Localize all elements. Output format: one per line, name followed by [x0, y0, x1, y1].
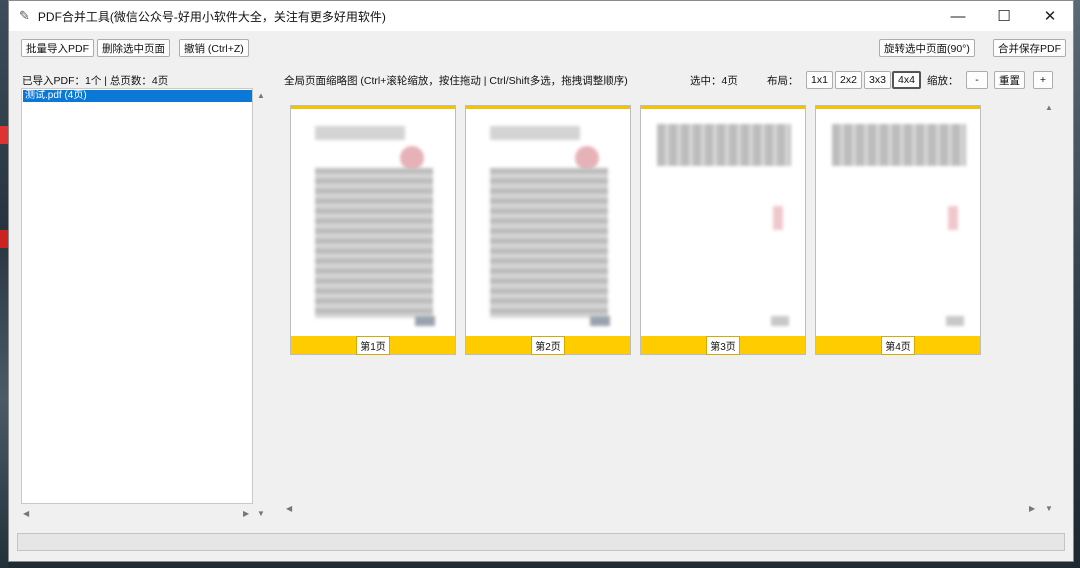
file-list-item[interactable]: 测试.pdf (4页) — [23, 90, 252, 102]
scroll-right-icon[interactable]: ▶ — [243, 509, 249, 518]
app-window: ✎ PDF合并工具(微信公众号-好用小软件大全，关注有更多好用软件) — ☐ ✕… — [8, 0, 1074, 562]
layout-2x2-button[interactable]: 2x2 — [835, 71, 862, 89]
file-list[interactable]: 测试.pdf (4页) — [21, 88, 253, 504]
reset-zoom-button[interactable]: 重置 — [994, 71, 1025, 89]
import-pdf-button[interactable]: 批量导入PDF — [21, 39, 94, 57]
minimize-button[interactable]: — — [935, 1, 981, 31]
file-summary: 已导入PDF：1个 | 总页数：4页 — [22, 75, 169, 87]
page-preview-image — [830, 116, 968, 336]
layout-3x3-button[interactable]: 3x3 — [864, 71, 891, 89]
page-thumbnail[interactable]: 第1页 — [290, 105, 456, 355]
page-label: 第1页 — [356, 335, 390, 355]
scroll-down-icon[interactable]: ▼ — [257, 509, 265, 518]
page-label: 第2页 — [531, 335, 565, 355]
preview-hint: 全局页面缩略图 (Ctrl+滚轮缩放，按住拖动 | Ctrl/Shift多选，拖… — [284, 75, 628, 87]
selected-count: 选中：4页 — [690, 75, 738, 87]
page-preview-image — [480, 116, 618, 336]
title-bar: ✎ PDF合并工具(微信公众号-好用小软件大全，关注有更多好用软件) — ☐ ✕ — [9, 1, 1073, 31]
window-title: PDF合并工具(微信公众号-好用小软件大全，关注有更多好用软件) — [37, 9, 386, 24]
status-bar — [17, 533, 1065, 551]
zoom-out-button[interactable]: - — [966, 71, 988, 89]
page-preview-image — [305, 116, 443, 336]
page-label: 第3页 — [706, 335, 740, 355]
page-thumbnail[interactable]: 第2页 — [465, 105, 631, 355]
delete-pages-button[interactable]: 删除选中页面 — [97, 39, 170, 57]
rotate-button[interactable]: 旋转选中页面(90°) — [879, 39, 975, 57]
app-feather-icon: ✎ — [19, 8, 30, 23]
zoom-in-button[interactable]: + — [1033, 71, 1053, 89]
undo-button[interactable]: 撤销 (Ctrl+Z) — [179, 39, 249, 57]
scroll-left-icon[interactable]: ◀ — [23, 509, 29, 518]
page-thumbnail[interactable]: 第3页 — [640, 105, 806, 355]
preview-scroll-up-icon[interactable]: ▲ — [1045, 103, 1053, 112]
layout-label: 布局： — [767, 75, 799, 87]
preview-scroll-down-icon[interactable]: ▼ — [1045, 504, 1053, 513]
merge-save-button[interactable]: 合并保存PDF — [993, 39, 1066, 57]
desktop-icon — [0, 230, 8, 248]
desktop-left-edge — [0, 0, 8, 568]
page-thumbnail[interactable]: 第4页 — [815, 105, 981, 355]
scroll-up-icon[interactable]: ▲ — [257, 91, 265, 100]
page-label: 第4页 — [881, 335, 915, 355]
close-button[interactable]: ✕ — [1027, 1, 1073, 31]
layout-4x4-button[interactable]: 4x4 — [892, 71, 921, 89]
page-preview-image — [655, 116, 793, 336]
zoom-label: 缩放： — [927, 75, 959, 87]
preview-scroll-right-icon[interactable]: ▶ — [1029, 504, 1035, 513]
maximize-button[interactable]: ☐ — [981, 1, 1027, 31]
layout-1x1-button[interactable]: 1x1 — [806, 71, 833, 89]
desktop-icon — [0, 126, 8, 144]
preview-scroll-left-icon[interactable]: ◀ — [286, 504, 292, 513]
